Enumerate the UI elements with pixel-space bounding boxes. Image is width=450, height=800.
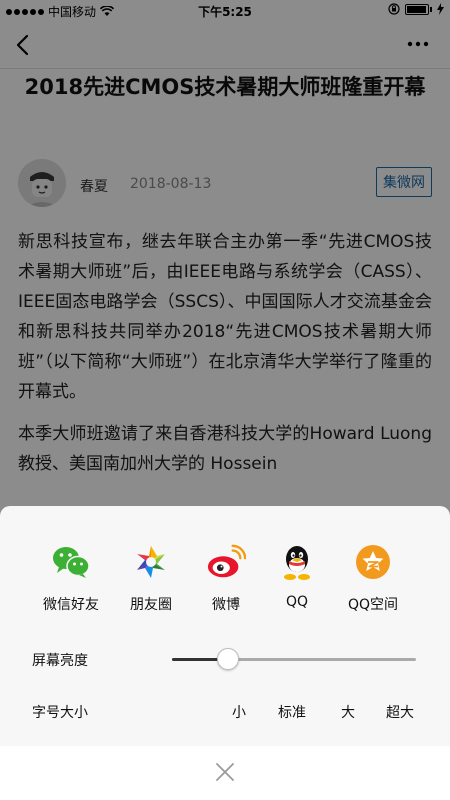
brightness-slider-thumb[interactable] [217,648,240,670]
font-size-label: 字号大小 [32,705,88,721]
share-row: 微信好友 朋友圈 微博 QQ QQ空间 [0,542,450,622]
close-icon[interactable] [214,761,236,783]
sheet-footer [0,746,450,800]
brightness-row: 屏幕亮度 [0,646,450,676]
brightness-slider[interactable] [172,648,416,670]
qzone-icon [353,542,393,582]
wechat-icon [51,542,91,582]
qq-icon [277,542,317,582]
moments-icon [131,542,171,582]
font-size-option-small[interactable]: 小 [232,702,246,722]
font-size-option-xlarge[interactable]: 超大 [386,702,414,722]
share-sheet: 微信好友 朋友圈 微博 QQ QQ空间 屏幕亮度 字号大小 小 标准 大 超大 [0,506,450,800]
share-qq-button[interactable]: QQ [257,542,337,610]
font-size-option-standard[interactable]: 标准 [278,702,306,722]
share-moments-button[interactable]: 朋友圈 [111,542,191,614]
share-label: QQ空间 [347,597,399,613]
share-wechat-button[interactable]: 微信好友 [31,542,111,614]
font-size-option-large[interactable]: 大 [341,702,355,722]
share-label: 朋友圈 [130,597,172,613]
share-label: 微博 [212,597,240,613]
font-size-row: 字号大小 小 标准 大 超大 [0,698,450,728]
share-label: 微信好友 [43,597,99,613]
brightness-label: 屏幕亮度 [32,653,88,669]
share-qzone-button[interactable]: QQ空间 [333,542,413,614]
share-weibo-button[interactable]: 微博 [186,542,266,614]
weibo-icon [206,542,246,582]
share-label: QQ [285,594,309,610]
